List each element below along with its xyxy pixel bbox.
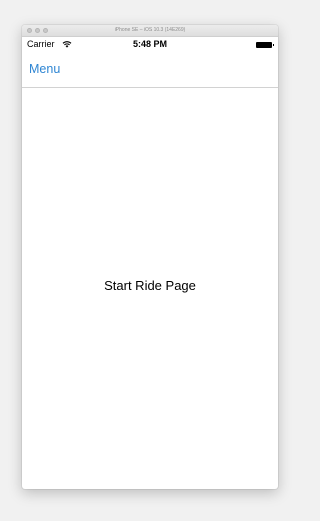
status-bar: Carrier 5:48 PM [22,37,278,52]
page-title: Start Ride Page [104,278,196,293]
window-titlebar: iPhone SE – iOS 10.3 (14E269) [22,25,278,37]
navigation-bar: Menu [22,52,278,88]
main-content: Start Ride Page [22,88,278,489]
menu-button[interactable]: Menu [29,62,60,76]
window-title: iPhone SE – iOS 10.3 (14E269) [114,27,186,33]
status-time: 5:48 PM [132,39,167,49]
simulator-window: iPhone SE – iOS 10.3 (14E269) Carrier 5:… [22,25,278,489]
battery-icon [256,42,274,48]
